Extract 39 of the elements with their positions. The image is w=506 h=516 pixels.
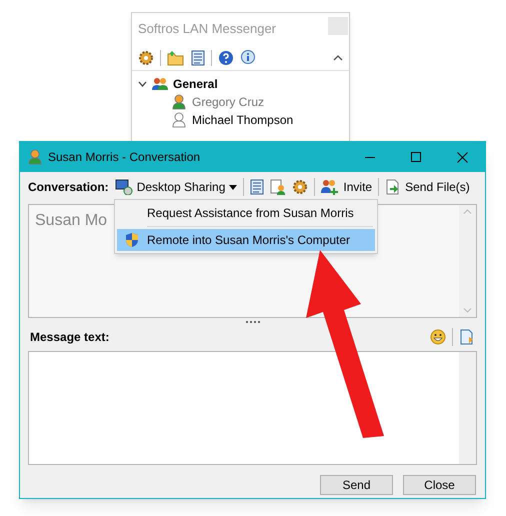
- window-title: Softros LAN Messenger: [138, 20, 276, 38]
- splitter-handle[interactable]: [246, 321, 260, 323]
- contact-name[interactable]: Michael Thompson: [192, 111, 294, 129]
- info-icon[interactable]: [240, 50, 256, 66]
- gear-icon[interactable]: [292, 179, 308, 195]
- add-people-icon: [321, 179, 340, 195]
- monitor-icon: [114, 179, 133, 195]
- document-edit-icon[interactable]: [459, 329, 475, 345]
- menu-item[interactable]: Request Assistance from Susan Morris: [117, 202, 375, 224]
- transcript-text: Susan Mo: [35, 211, 108, 231]
- notes-icon[interactable]: [250, 179, 264, 195]
- contact-name[interactable]: Gregory Cruz: [192, 93, 264, 111]
- dialog-button[interactable]: Close: [403, 475, 476, 495]
- contact-icon: [172, 112, 186, 128]
- smiley-icon[interactable]: [430, 329, 446, 345]
- message-text-label: Message text:: [30, 329, 110, 346]
- send-file-icon: [385, 179, 402, 195]
- group-icon: [151, 77, 169, 91]
- gear-icon[interactable]: [138, 50, 154, 66]
- contact-icon: [172, 94, 186, 110]
- help-icon[interactable]: [218, 50, 234, 66]
- notes-icon[interactable]: [191, 50, 205, 66]
- send-files-button[interactable]: Send File(s): [385, 178, 470, 196]
- folder-icon[interactable]: [167, 50, 185, 66]
- close-icon: [456, 152, 468, 162]
- caret-icon: [229, 184, 238, 190]
- user-icon: [28, 149, 42, 165]
- shield-icon: [125, 232, 139, 248]
- desktop-sharing-button[interactable]: Desktop Sharing: [114, 178, 238, 196]
- conversation-label: Conversation:: [28, 179, 109, 196]
- message-input[interactable]: [28, 351, 477, 465]
- window-title: Susan Morris - Conversation: [48, 149, 200, 166]
- contact-info-icon[interactable]: [270, 179, 286, 195]
- dialog-button[interactable]: Send: [320, 475, 393, 495]
- invite-button[interactable]: Invite: [321, 178, 372, 196]
- menu-item[interactable]: Remote into Susan Morris's Computer: [117, 229, 375, 251]
- collapse-icon[interactable]: [333, 54, 343, 60]
- group-name[interactable]: General: [173, 75, 218, 93]
- expand-icon[interactable]: [138, 81, 147, 87]
